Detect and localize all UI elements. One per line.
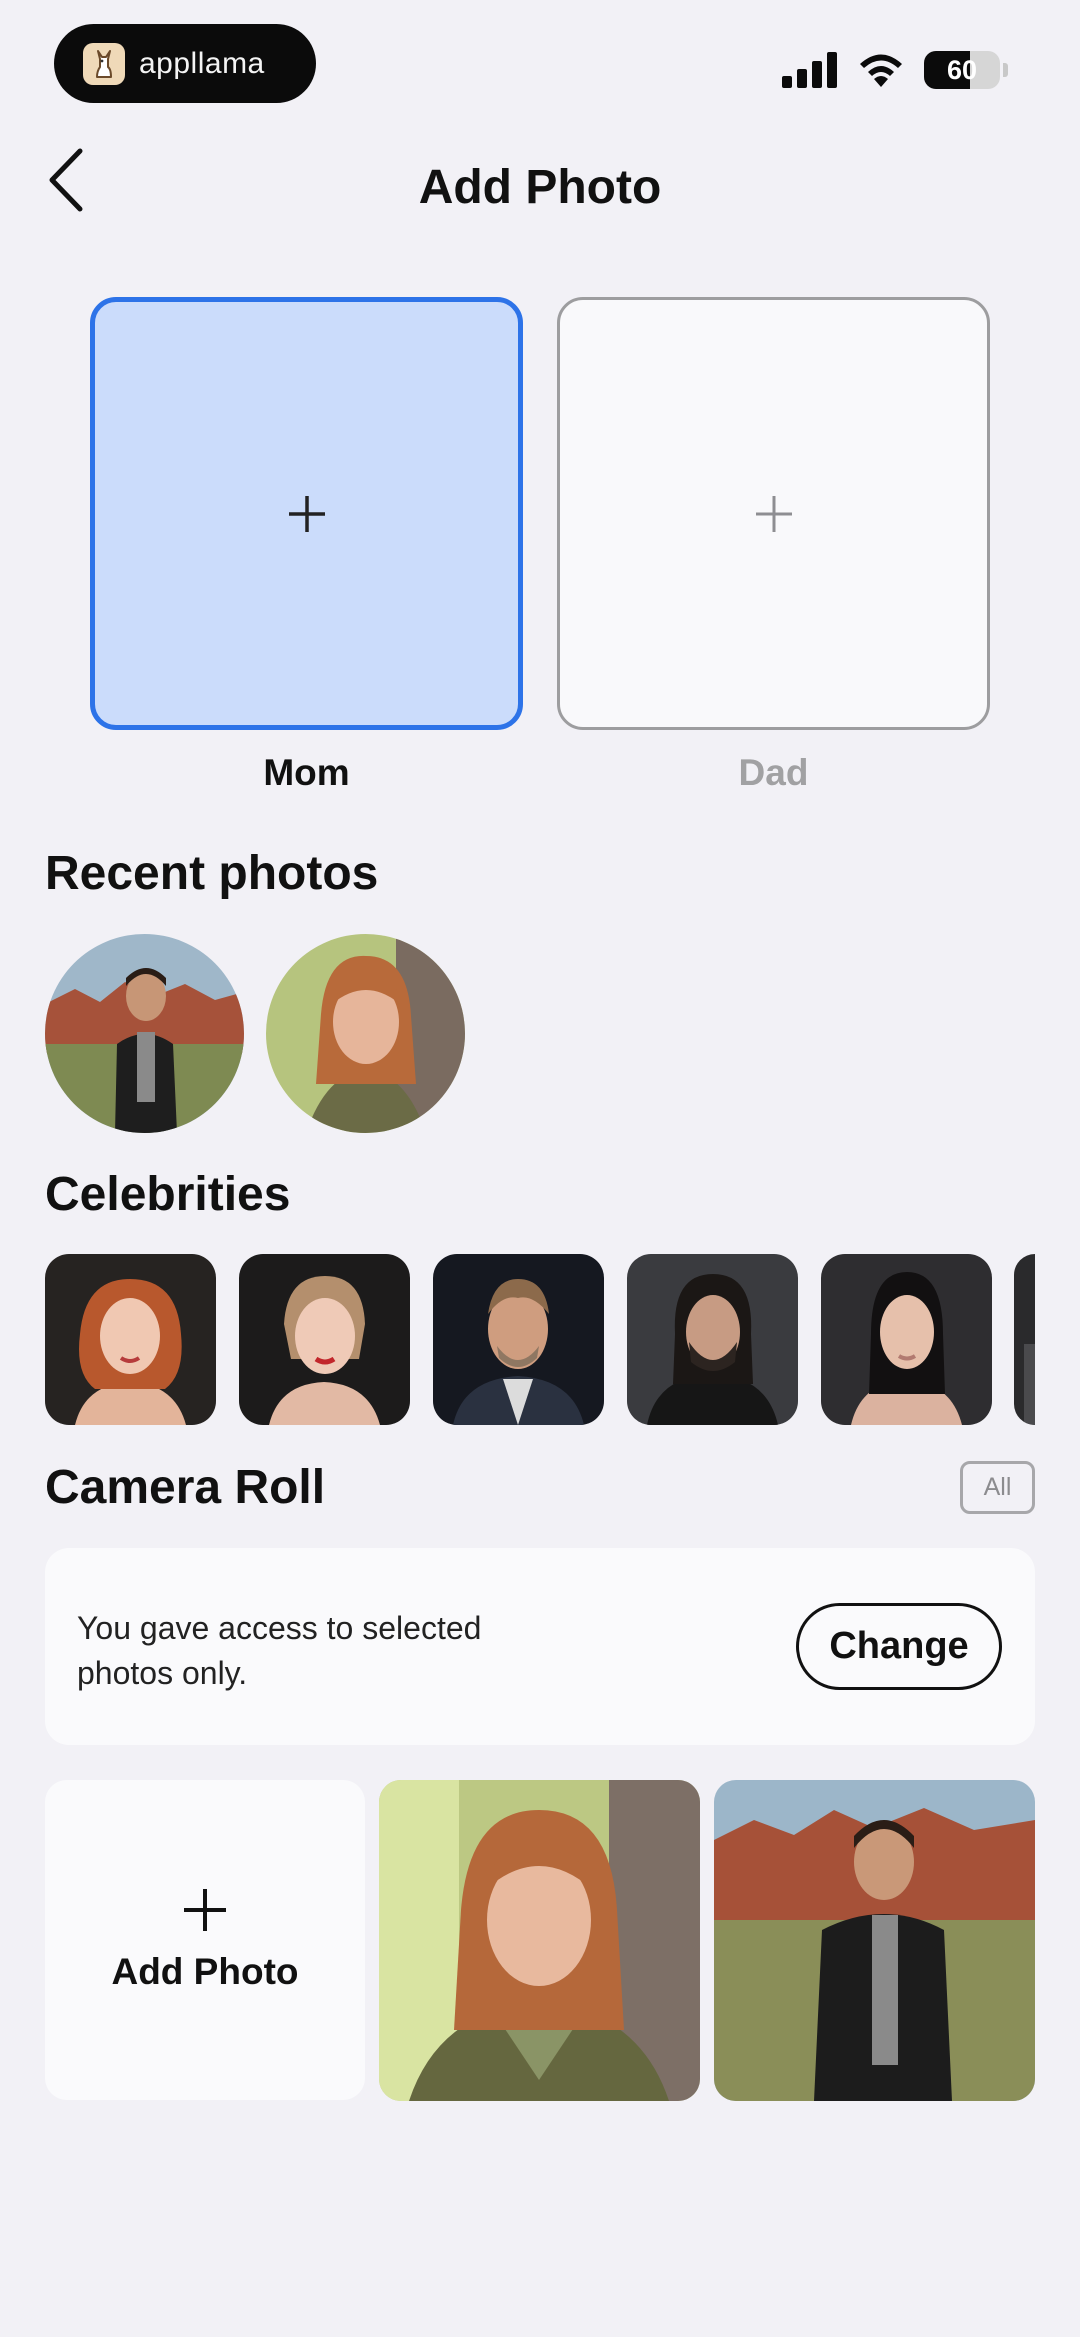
add-photo-label: Add Photo [111,1951,299,1992]
dad-label: Dad [738,752,809,793]
recent-photo-man-desert[interactable] [45,934,244,1133]
plus-icon [288,495,325,532]
limited-access-card: You gave access to selected photos only.… [45,1548,1035,1745]
celebrities-title: Celebrities [45,1168,291,1221]
recent-photos-title: Recent photos [45,847,379,900]
mom-label: Mom [263,752,350,793]
celebrity-tile-partial[interactable] [1014,1254,1035,1425]
add-photo-screen: appllama 60 Add Photo Mom Dad Recent pho… [0,0,1080,2337]
mom-photo-slot[interactable] [90,297,523,730]
plus-icon [184,1889,226,1931]
celebrity-tile-redhead-woman[interactable] [45,1254,216,1425]
battery-cap [1003,63,1008,77]
celebrity-tile-blonde-woman[interactable] [239,1254,410,1425]
recent-photo-woman-redhair[interactable] [266,934,465,1133]
camera-roll-photo-woman[interactable] [379,1780,700,2101]
camera-roll-photo-man[interactable] [714,1780,1035,2101]
app-brand-pill: appllama [54,24,316,103]
wifi-icon [860,54,902,87]
change-button[interactable]: Change [796,1603,1002,1690]
all-button[interactable]: All [960,1461,1035,1514]
dad-photo-slot[interactable] [557,297,990,730]
page-title: Add Photo [418,161,662,214]
plus-icon [755,495,792,532]
battery-indicator: 60 [924,51,1000,89]
celebrity-tile-man-suit[interactable] [433,1254,604,1425]
celebrity-tile-brunette-woman[interactable] [821,1254,992,1425]
add-photo-tile[interactable]: Add Photo [45,1780,365,2100]
battery-percent: 60 [946,54,978,85]
celebrity-tile-man-longhair[interactable] [627,1254,798,1425]
access-message: You gave access to selected photos only. [77,1610,482,1691]
camera-roll-title: Camera Roll [45,1461,326,1514]
llama-logo-icon [83,42,125,85]
brand-name: appllama [139,46,265,80]
cellular-signal-icon [782,52,837,88]
status-indicators: 60 [782,50,1008,90]
